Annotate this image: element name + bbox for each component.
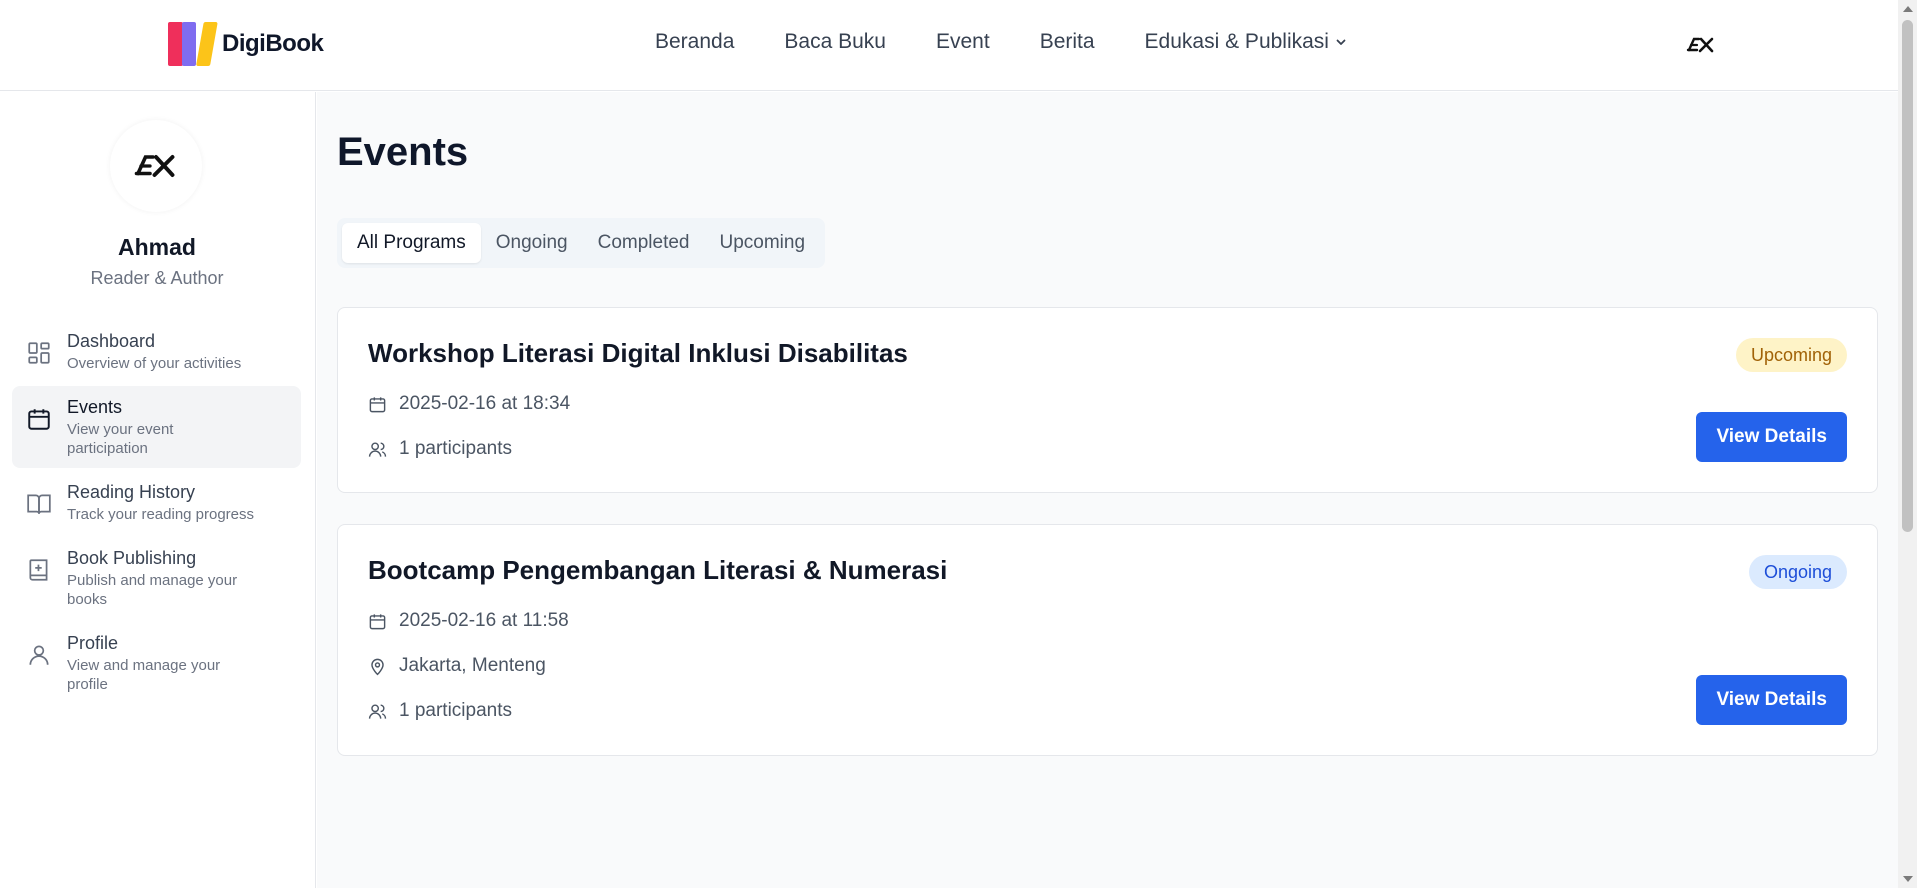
event-card: Workshop Literasi Digital Inklusi Disabi… — [337, 307, 1878, 493]
tab-all-programs[interactable]: All Programs — [342, 223, 481, 263]
nav-label: Baca Buku — [784, 30, 886, 53]
user-icon — [29, 645, 49, 665]
sidebar-item-title: Dashboard — [67, 331, 156, 351]
status-badge: Upcoming — [1735, 338, 1847, 372]
event-card: Bootcamp Pengembangan Literasi & Numeras… — [337, 524, 1878, 756]
main-content: Events All Programs Ongoing Completed Up… — [317, 92, 1898, 888]
sidebar-item-title: Book Publishing — [67, 548, 197, 568]
tab-upcoming[interactable]: Upcoming — [704, 223, 820, 263]
event-date: 2025-02-16 at 11:58 — [368, 610, 569, 632]
event-datetime: 2025-02-16 at 11:58 — [399, 610, 569, 631]
view-details-button[interactable]: View Details — [1696, 675, 1847, 725]
users-icon — [368, 703, 387, 719]
users-icon — [368, 441, 387, 457]
main-nav: Beranda Baca Buku Event Berita Edukasi &… — [655, 30, 1347, 54]
sidebar-item-desc: Track your reading progress — [67, 506, 255, 523]
book-plus-icon — [29, 559, 48, 581]
scroll-up-arrow-icon[interactable] — [1903, 6, 1913, 12]
sidebar-item-reading-history[interactable]: Reading History Track your reading progr… — [12, 471, 301, 534]
user-role: Reader & Author — [90, 268, 224, 288]
book-open-icon — [27, 494, 51, 514]
sidebar-item-title: Profile — [67, 633, 119, 653]
nav-label: Event — [935, 30, 990, 53]
nav-label: Edukasi & Publikasi — [1144, 30, 1329, 53]
nav-item-edukasi-publikasi[interactable]: Edukasi & Publikasi — [1145, 30, 1347, 54]
sidebar-item-book-publishing[interactable]: Book Publishing Publish and manage your … — [12, 537, 301, 619]
sidebar-item-desc: Overview of your activities — [67, 355, 242, 372]
calendar-icon — [28, 409, 50, 430]
dashboard-icon — [28, 342, 50, 364]
event-date: 2025-02-16 at 18:34 — [368, 393, 570, 415]
page-title: Events — [337, 130, 469, 174]
user-name: Ahmad — [118, 234, 196, 260]
scroll-down-arrow-icon[interactable] — [1903, 876, 1913, 882]
sidebar-item-profile[interactable]: Profile View and manage your profile — [12, 622, 301, 704]
top-navbar: DigiBook Beranda Baca Buku Event Berita … — [0, 0, 1898, 91]
event-location: Jakarta, Menteng — [368, 655, 546, 677]
nav-label: Beranda — [655, 30, 735, 53]
sidebar-item-title: Reading History — [67, 482, 196, 502]
map-pin-icon — [371, 658, 384, 675]
app-name: DigiBook — [222, 30, 324, 57]
sidebar-item-desc: Publish and manage your books — [67, 572, 238, 608]
sidebar-item-desc: View your event participation — [67, 421, 174, 457]
sidebar-item-dashboard[interactable]: Dashboard Overview of your activities — [12, 320, 301, 383]
sidebar-item-desc: View and manage your profile — [67, 657, 221, 693]
participants-count: 1 participants — [399, 438, 513, 459]
sidebar-menu: Dashboard Overview of your activities Ev… — [12, 320, 301, 707]
nav-item-beranda[interactable]: Beranda — [655, 30, 734, 54]
page-scrollbar[interactable] — [1898, 0, 1917, 888]
chevron-down-icon — [1336, 39, 1346, 45]
participants-count: 1 participants — [399, 700, 513, 721]
event-participants: 1 participants — [368, 700, 512, 722]
event-title: Bootcamp Pengembangan Literasi & Numeras… — [368, 555, 948, 585]
event-filter-tabs: All Programs Ongoing Completed Upcoming — [337, 218, 826, 268]
avatar — [110, 120, 202, 212]
sidebar: Ahmad Reader & Author Dashboard Overview… — [0, 92, 316, 888]
user-avatar-icon[interactable] — [1685, 33, 1717, 57]
tab-ongoing[interactable]: Ongoing — [481, 223, 583, 263]
nav-item-baca-buku[interactable]: Baca Buku — [784, 30, 886, 54]
calendar-icon — [369, 613, 386, 629]
sidebar-item-events[interactable]: Events View your event participation — [12, 386, 301, 468]
scroll-thumb[interactable] — [1902, 20, 1913, 532]
tab-completed[interactable]: Completed — [583, 223, 705, 263]
view-details-button[interactable]: View Details — [1696, 412, 1847, 462]
nav-item-event[interactable]: Event — [936, 30, 990, 54]
location-text: Jakarta, Menteng — [399, 655, 546, 676]
event-title: Workshop Literasi Digital Inklusi Disabi… — [368, 338, 908, 368]
event-participants: 1 participants — [368, 438, 512, 460]
calendar-icon — [369, 396, 386, 412]
status-badge: Ongoing — [1748, 555, 1847, 589]
sidebar-item-title: Events — [67, 397, 123, 417]
nav-label: Berita — [1039, 30, 1095, 53]
ex-logo-icon — [134, 155, 175, 177]
digibook-logo-icon — [168, 22, 218, 66]
event-datetime: 2025-02-16 at 18:34 — [399, 393, 571, 414]
app-logo[interactable]: DigiBook — [168, 22, 324, 66]
nav-item-berita[interactable]: Berita — [1040, 30, 1095, 54]
